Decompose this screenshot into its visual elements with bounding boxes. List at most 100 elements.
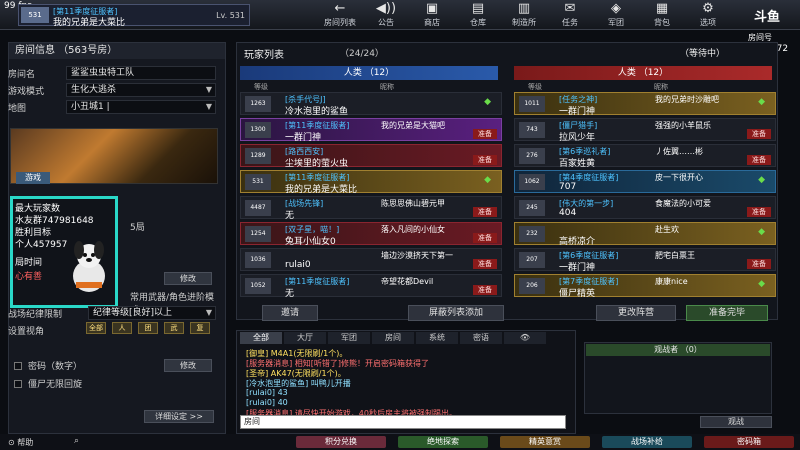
chat-tab-6[interactable]: 👁 [504, 332, 546, 344]
player-row[interactable]: 1289 [路西西安] 尘埃里的萤火虫 准备 [240, 144, 502, 169]
player-extra: 强强的小羊鼠乐 [655, 121, 711, 130]
chat-tab-0[interactable]: 全部 [240, 332, 282, 344]
player-extra: 丿佐翼……彬 [655, 147, 703, 156]
chat-tab-4[interactable]: 系统 [416, 332, 458, 344]
discipline-select[interactable]: 纪律等级[良好]以上 ▼ [88, 306, 216, 320]
map-select[interactable]: 小丑城1 | ▼ [66, 100, 216, 114]
player-name: 707 [559, 182, 577, 192]
player-extra: 我的兄弟是大猫吧 [381, 121, 445, 130]
player-row[interactable]: 1300 [第11季度征服者] 我的兄弟是大猫吧 一群门神 准备 [240, 118, 502, 143]
nav-label: 任务 [562, 18, 578, 27]
map-row: 地图 小丑城1 | ▼ [8, 100, 216, 115]
player-row[interactable]: 232 赴生欢 高桥凉介 ◆ [514, 222, 776, 247]
nav-item-3[interactable]: ▤ 仓库 [456, 1, 500, 29]
spectator-header: 观战者 （0） [586, 344, 770, 356]
view-team-icon[interactable]: 团 [138, 322, 158, 334]
help-button[interactable]: ⊙ 帮助 [8, 437, 33, 448]
player-name: 尘埃里的萤火虫 [285, 159, 349, 169]
player-row[interactable]: 276 [第6季巡礼者] 丿佐翼……彬 百家姓黄 准备 [514, 144, 776, 169]
block-list-button[interactable]: 屏蔽列表添加 [408, 305, 504, 321]
player-extra: 食魔法的小可爱 [655, 199, 711, 208]
player-row[interactable]: 206 [第7季度征服者] 康康nice 僵尸精英 ◆ [514, 274, 776, 299]
player-row[interactable]: 245 [伟大的第一步] 食魔法的小可爱 404 准备 [514, 196, 776, 219]
chat-tab-5[interactable]: 密语 [460, 332, 502, 344]
host-icon: ◆ [484, 97, 491, 107]
nav-item-7[interactable]: ▦ 背包 [640, 1, 684, 29]
game-mode-select[interactable]: 生化大逃杀 ▼ [66, 83, 216, 97]
view-setting-label: 设置视角 [8, 327, 45, 337]
nav-item-5[interactable]: ✉ 任务 [548, 1, 592, 29]
player-row[interactable]: 1062 [第4季度征服者] 皮一下很开心 707 ◆ [514, 170, 776, 193]
footer-button-3[interactable]: 战场补给 [602, 436, 692, 448]
player-row[interactable]: 4487 [战场先锋] 陈思思佛山碧元甲无准备 [240, 196, 502, 221]
player-row[interactable]: 1254 [双子星，喵！] 落入凡间的小仙女 兔耳小仙女0 准备 [240, 222, 502, 247]
chat-tab-2[interactable]: 军团 [328, 332, 370, 344]
ready-button[interactable]: 准备完毕 [686, 305, 768, 321]
player-extra: 墙边沙漠挤天下第一 [381, 251, 453, 260]
player-row[interactable]: 1011 [任务之神] 我的兄弟时沙雕吧 一群门神 ◆ [514, 92, 776, 117]
nav-label: 背包 [654, 18, 670, 27]
ready-badge: 准备 [473, 233, 497, 243]
nav-label: 选项 [700, 18, 716, 27]
nav-item-8[interactable]: ⚙ 选项 [686, 1, 730, 29]
ready-badge: 准备 [747, 259, 771, 269]
footer-button-0[interactable]: 积分兑换 [296, 436, 386, 448]
ready-badge: 准备 [473, 285, 497, 295]
map-game-button[interactable]: 游戏 [16, 172, 50, 184]
player-rank-icon: 1052 [245, 278, 271, 294]
player-level-badge: 531 [21, 7, 49, 23]
invite-button[interactable]: 邀请 [262, 305, 318, 321]
player-name: 我的兄弟是大菜比 [285, 185, 358, 195]
chevron-down-icon: ▼ [205, 85, 212, 94]
player-row[interactable]: 207 [第6季度征服者] 肥宅白票王 一群门神 准备 [514, 248, 776, 273]
nav-item-2[interactable]: ▣ 商店 [410, 1, 454, 29]
search-icon[interactable]: ⌕ [74, 436, 79, 446]
host-icon: ◆ [484, 175, 491, 185]
player-rank-icon: 531 [245, 174, 271, 190]
chat-channel-label: 房间 [244, 417, 260, 426]
auto-checkbox[interactable] [14, 380, 22, 388]
password-modify-button[interactable]: 修改 [164, 359, 212, 372]
nav-icon: ▤ [471, 1, 485, 16]
chat-tab-1[interactable]: 大厅 [284, 332, 326, 344]
footer-button-4[interactable]: 密码箱 [704, 436, 794, 448]
chat-message: [rulai0] 43 [246, 388, 288, 397]
nav-icon: ◀)) [375, 1, 397, 16]
weapon-mode[interactable]: 常用武器/角色进阶模式 [130, 290, 220, 316]
room-info-header: 房间信息 （563号房） [9, 43, 225, 59]
modify-button[interactable]: 修改 [164, 272, 212, 285]
room-name-field[interactable]: 鲨鲨虫虫特工队 [66, 66, 216, 80]
player-row[interactable]: 1052 [第11季度征服者] 帝望花都Devil 无 准备 [240, 274, 502, 299]
player-rank-icon: 1062 [519, 174, 545, 190]
spectate-button[interactable]: 观战 [700, 416, 772, 428]
player-count: （24/24） [340, 49, 384, 59]
player-row[interactable]: 743 [僵尸猎手] 强强的小羊鼠乐 拉风少年 准备 [514, 118, 776, 143]
nav-item-1[interactable]: ◀)) 公告 [364, 1, 408, 29]
view-replay-icon[interactable]: 复 [190, 322, 210, 334]
change-team-button[interactable]: 更改阵营 [596, 305, 676, 321]
player-row[interactable]: 531 [第11季度征服者] 我的兄弟是大菜比 ◆ [240, 170, 502, 195]
view-person-icon[interactable]: 人 [112, 322, 132, 334]
nav-item-4[interactable]: ▥ 制造所 [502, 1, 546, 29]
player-rank-icon: 4487 [245, 200, 271, 216]
chat-tab-3[interactable]: 房间 [372, 332, 414, 344]
detail-settings-button[interactable]: 详细设定 >> [144, 410, 214, 423]
chat-input[interactable]: 房间 [240, 415, 566, 429]
win-target-value: 5局 [130, 223, 145, 233]
nav-icon: ◈ [611, 1, 621, 16]
player-row[interactable]: 1036 墙边沙漠挤天下第一 rulai0 准备 [240, 248, 502, 271]
view-all-icon[interactable]: 全部 [86, 322, 106, 334]
nav-icon: ✉ [564, 1, 576, 16]
view-weapon-icon[interactable]: 武 [164, 322, 184, 334]
ready-badge: 准备 [473, 129, 497, 139]
password-checkbox[interactable] [14, 362, 22, 370]
footer-button-1[interactable]: 绝地探索 [398, 436, 488, 448]
nav-item-0[interactable]: ← 房间列表 [318, 1, 362, 29]
player-name: 兔耳小仙女0 [285, 237, 336, 247]
player-row[interactable]: 1263 [杀手代号J] 冷水泡里的鲨鱼 ◆ [240, 92, 502, 117]
nav-item-6[interactable]: ◈ 军团 [594, 1, 638, 29]
player-name: 高桥凉介 [559, 237, 596, 247]
player-rank-icon: 245 [519, 200, 545, 216]
footer-button-2[interactable]: 精英意赏 [500, 436, 590, 448]
player-name: 404 [559, 208, 577, 218]
